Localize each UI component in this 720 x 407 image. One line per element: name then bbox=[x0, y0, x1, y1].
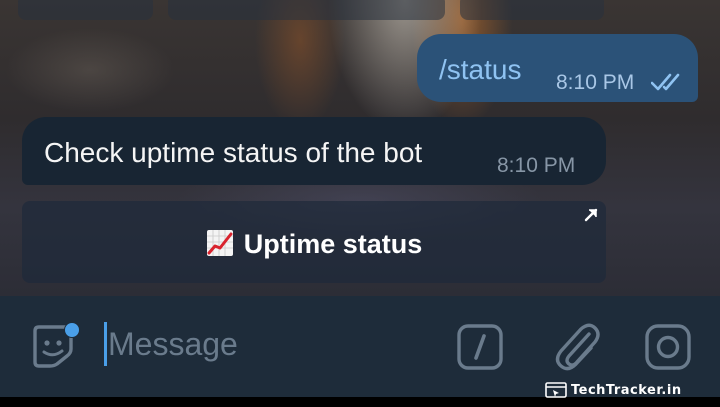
outgoing-message-text: /status bbox=[439, 54, 522, 85]
previous-inline-button[interactable] bbox=[168, 0, 445, 20]
previous-inline-button[interactable] bbox=[18, 0, 153, 20]
uptime-status-button-label: Uptime status bbox=[243, 229, 423, 259]
attach-icon[interactable] bbox=[551, 320, 601, 372]
camera-icon[interactable] bbox=[644, 323, 692, 371]
sticker-icon[interactable] bbox=[31, 323, 81, 369]
incoming-message-bubble[interactable]: Check uptime status of the bot 8:10 PM bbox=[22, 117, 606, 185]
message-input[interactable] bbox=[108, 322, 428, 366]
outgoing-message-time: 8:10 PM bbox=[556, 71, 635, 94]
external-arrow-icon bbox=[584, 208, 598, 222]
text-cursor bbox=[104, 322, 107, 366]
chart-increasing-icon bbox=[206, 230, 233, 256]
incoming-message-text: Check uptime status of the bot bbox=[44, 137, 423, 168]
double-check-icon bbox=[651, 73, 680, 91]
bot-commands-icon[interactable] bbox=[456, 323, 504, 371]
incoming-message-time: 8:10 PM bbox=[497, 154, 576, 177]
previous-inline-button[interactable] bbox=[460, 0, 604, 20]
site-logo-icon bbox=[545, 382, 567, 398]
watermark-text: TechTracker.in bbox=[571, 382, 682, 398]
outgoing-message-bubble[interactable]: /status 8:10 PM bbox=[417, 34, 698, 102]
uptime-status-button-content: Uptime status bbox=[22, 229, 606, 258]
uptime-status-button[interactable]: Uptime status bbox=[22, 201, 606, 283]
chat-screen: /status 8:10 PM Check uptime status of t… bbox=[0, 0, 720, 407]
watermark: TechTracker.in bbox=[545, 380, 682, 400]
